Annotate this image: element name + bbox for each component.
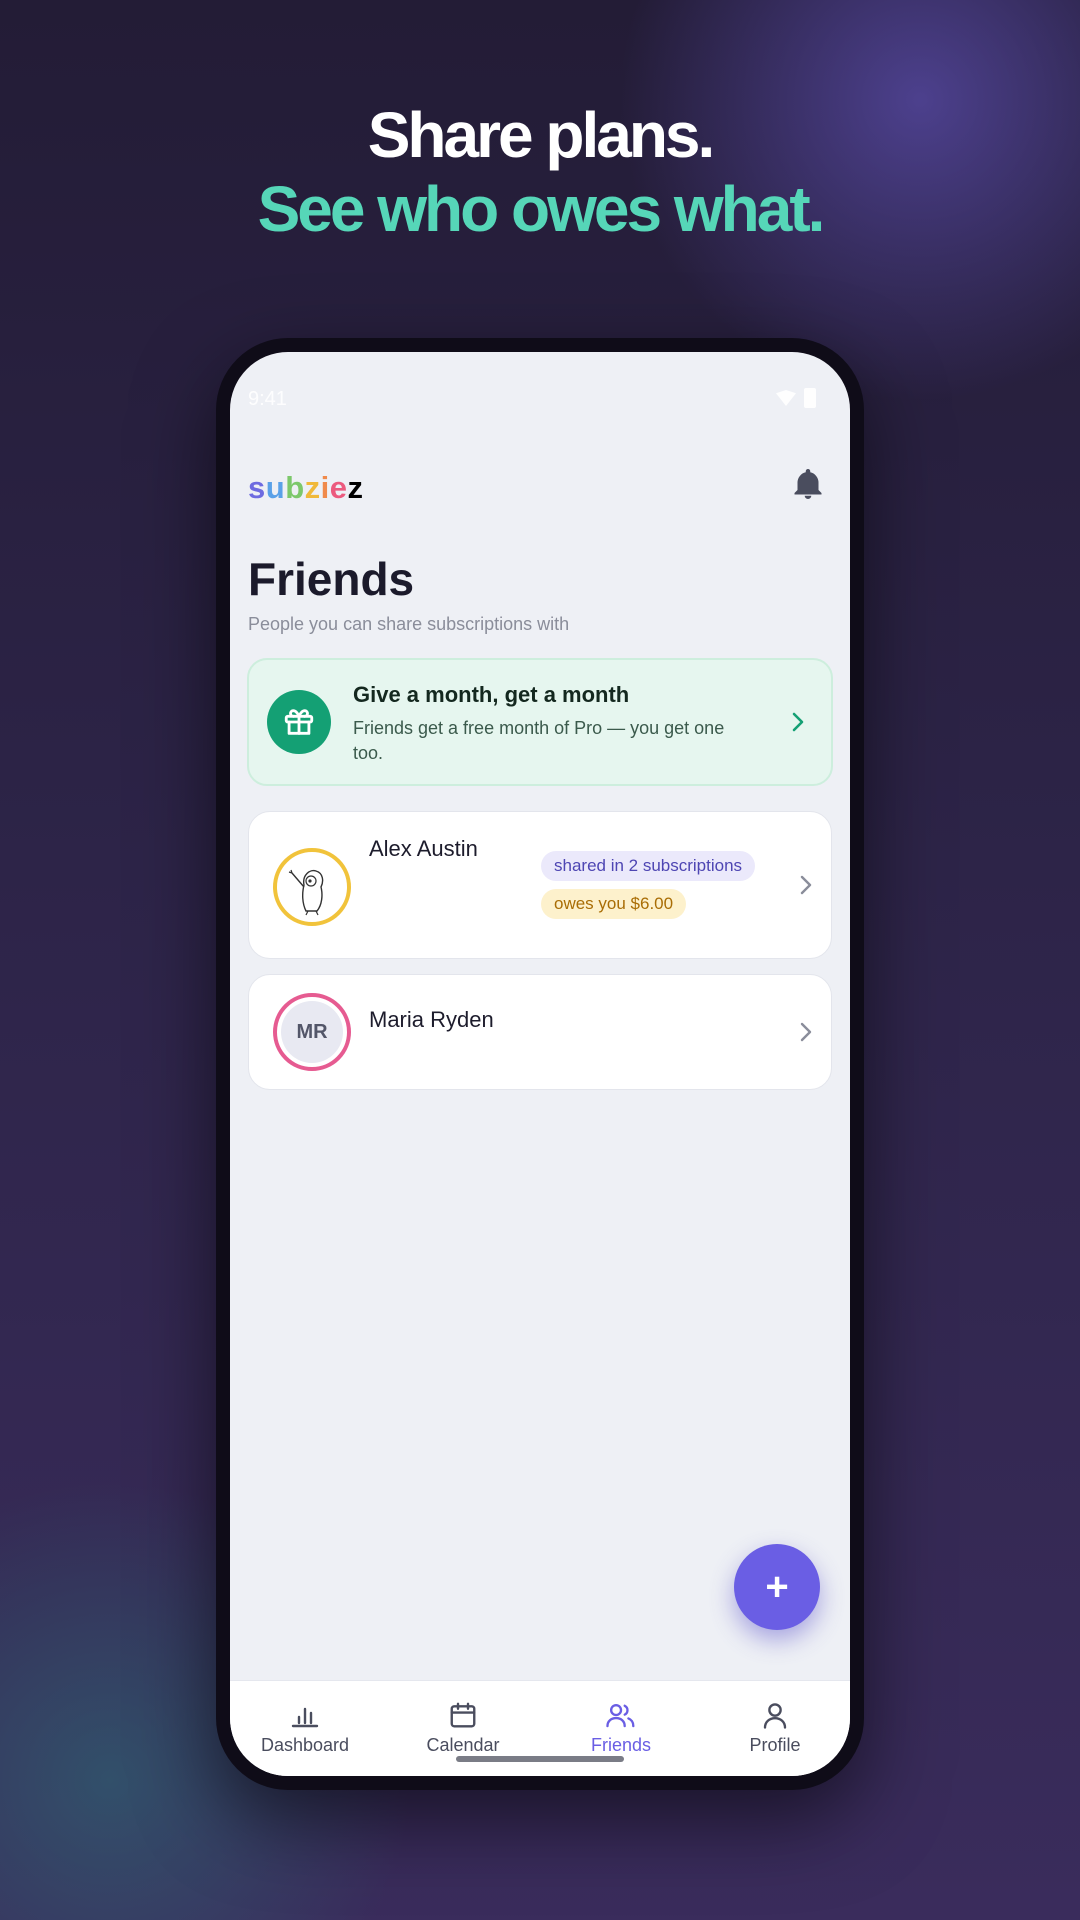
cartoon-avatar-icon	[281, 856, 343, 918]
bottom-nav: Dashboard Calendar Friends Profile	[230, 1680, 850, 1776]
app-logo: subziez	[248, 470, 364, 505]
status-bar: 9:41	[248, 388, 816, 412]
nav-label: Profile	[749, 1735, 801, 1755]
chevron-right-icon	[791, 710, 805, 739]
page-subtitle: People you can share subscriptions with	[248, 614, 570, 634]
wifi-icon	[776, 390, 796, 406]
people-icon	[546, 1699, 696, 1731]
shared-count-badge: shared in 2 subscriptions	[541, 851, 756, 881]
home-indicator	[456, 1756, 624, 1762]
chevron-right-icon	[799, 873, 813, 902]
gift-icon	[267, 690, 331, 754]
promo-title: Give a month, get a month	[353, 682, 630, 707]
notifications-bell-icon[interactable]	[790, 464, 826, 504]
nav-tab-profile[interactable]: Profile	[700, 1699, 850, 1756]
chevron-right-icon	[799, 1020, 813, 1049]
avatar: MR	[273, 993, 351, 1071]
nav-tab-calendar[interactable]: Calendar	[388, 1699, 538, 1756]
nav-label: Calendar	[426, 1735, 500, 1755]
nav-tab-dashboard[interactable]: Dashboard	[230, 1699, 380, 1756]
friend-name: Alex Austin	[369, 836, 478, 861]
friend-card-alex-austin[interactable]: Alex Austin shared in 2 subscriptions ow…	[248, 811, 832, 959]
app-screen: 9:41 subziez Friends People you can shar…	[230, 352, 850, 1776]
status-time: 9:41	[248, 388, 287, 410]
nav-label: Dashboard	[260, 1735, 350, 1755]
calendar-icon	[388, 1699, 538, 1731]
referral-promo-card[interactable]: Give a month, get a month Friends get a …	[247, 658, 833, 786]
avatar-initials: MR	[281, 1001, 343, 1063]
promo-description: Friends get a free month of Pro — you ge…	[353, 718, 725, 763]
nav-tab-friends[interactable]: Friends	[546, 1699, 696, 1756]
phone-frame: 9:41 subziez Friends People you can shar…	[216, 338, 864, 1790]
owes-amount-badge: owes you $6.00	[541, 889, 687, 919]
page-title: Friends	[248, 553, 415, 605]
avatar	[273, 848, 351, 926]
person-icon	[700, 1699, 850, 1731]
bar-chart-icon	[230, 1699, 380, 1731]
friend-name: Maria Ryden	[369, 1007, 494, 1032]
battery-icon	[804, 388, 816, 408]
nav-label: Friends	[590, 1735, 652, 1755]
friend-card-maria-ryden[interactable]: MR Maria Ryden	[248, 974, 832, 1090]
headline-line-1: Share plans.	[367, 99, 716, 171]
headline-line-2: See who owes what.	[257, 173, 826, 245]
marketing-headline: Share plans. See who owes what.	[0, 98, 1080, 246]
add-friend-button[interactable]: +	[734, 1544, 820, 1630]
